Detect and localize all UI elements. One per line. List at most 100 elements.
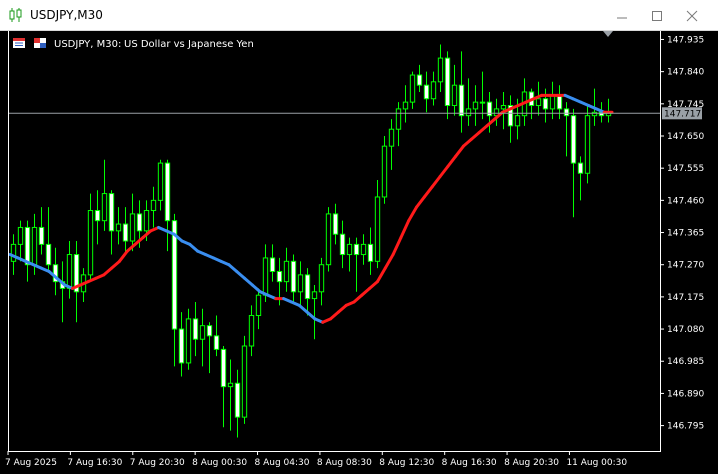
candle[interactable] <box>423 71 430 113</box>
moving-average-segment <box>352 293 364 304</box>
candle-body <box>234 382 241 418</box>
candle[interactable] <box>115 207 122 245</box>
candle[interactable] <box>563 102 570 157</box>
candle[interactable] <box>570 108 577 218</box>
minimize-button[interactable] <box>608 5 636 27</box>
candle-body <box>304 274 311 300</box>
candle-body <box>199 325 206 340</box>
candle[interactable] <box>381 136 388 204</box>
candle[interactable] <box>318 257 325 306</box>
candle[interactable] <box>290 254 297 302</box>
candle[interactable] <box>52 247 59 296</box>
candle[interactable] <box>325 207 332 272</box>
candle[interactable] <box>66 241 73 299</box>
candle[interactable] <box>45 207 52 272</box>
candle-body <box>255 294 262 317</box>
moving-average-segment <box>477 124 489 135</box>
candle[interactable] <box>402 85 409 123</box>
candle[interactable] <box>220 346 227 428</box>
candle[interactable] <box>479 71 486 120</box>
candle[interactable] <box>38 207 45 255</box>
candle-body <box>563 108 570 117</box>
candle[interactable] <box>409 71 416 109</box>
one-click-trading-icon[interactable] <box>34 38 46 48</box>
candle-body <box>136 213 143 232</box>
close-button[interactable] <box>678 5 706 27</box>
candle-body <box>157 162 164 201</box>
candle[interactable] <box>73 241 80 323</box>
candle[interactable] <box>59 261 66 323</box>
candle[interactable] <box>248 305 255 357</box>
candle[interactable] <box>360 234 367 265</box>
candle[interactable] <box>269 244 276 282</box>
candle[interactable] <box>507 95 514 143</box>
candle[interactable] <box>157 159 164 211</box>
candle[interactable] <box>206 322 213 374</box>
candle[interactable] <box>437 44 444 92</box>
candle[interactable] <box>150 186 157 228</box>
candle[interactable] <box>374 180 381 269</box>
candle[interactable] <box>584 105 591 184</box>
chart-window-list-icon[interactable] <box>13 38 25 48</box>
candle[interactable] <box>332 203 339 245</box>
candle[interactable] <box>94 190 101 245</box>
candle-body <box>577 162 584 174</box>
candle[interactable] <box>339 220 346 269</box>
candle[interactable] <box>185 308 192 370</box>
candle[interactable] <box>304 268 311 316</box>
candle[interactable] <box>444 51 451 120</box>
time-axis[interactable]: 7 Aug 2025 7 Aug 16:30 7 Aug 20:30 8 Aug 00… <box>5 451 627 468</box>
candle-body <box>318 264 325 293</box>
candle-body <box>374 196 381 262</box>
candle[interactable] <box>227 359 234 431</box>
candle[interactable] <box>283 247 290 292</box>
chart-shift-marker[interactable] <box>603 31 613 37</box>
candle[interactable] <box>465 78 472 126</box>
time-tick-label: 8 Aug 08:30 <box>317 458 372 468</box>
candle[interactable] <box>493 98 500 126</box>
candle[interactable] <box>556 85 563 120</box>
candle[interactable] <box>367 227 374 275</box>
candle[interactable] <box>241 335 248 424</box>
candle[interactable] <box>353 237 360 292</box>
candle-body <box>591 111 598 117</box>
candle[interactable] <box>164 159 171 252</box>
candle-body <box>262 257 269 296</box>
candle[interactable] <box>605 98 612 123</box>
candle[interactable] <box>311 285 318 340</box>
candle[interactable] <box>577 156 584 201</box>
candle[interactable] <box>17 220 24 262</box>
candle[interactable] <box>297 261 304 306</box>
candle[interactable] <box>346 237 353 272</box>
price-chart[interactable]: USDJPY, M30: US Dollar vs Japanese Yen 1… <box>0 31 718 474</box>
candle[interactable] <box>213 315 220 357</box>
candle[interactable] <box>395 102 402 147</box>
chart-area[interactable]: USDJPY, M30: US Dollar vs Japanese Yen 1… <box>0 31 718 474</box>
candle[interactable] <box>87 193 94 282</box>
candle[interactable] <box>101 159 108 231</box>
candle-body <box>500 105 507 110</box>
candle[interactable] <box>129 193 136 252</box>
candle[interactable] <box>234 369 241 438</box>
candle[interactable] <box>255 288 262 330</box>
candle[interactable] <box>528 88 535 120</box>
candle-body <box>66 254 73 289</box>
moving-average-segment <box>375 266 387 284</box>
price-axis[interactable]: 147.935147.840147.745147.650147.555147.4… <box>660 35 704 432</box>
candle[interactable] <box>108 190 115 255</box>
candle[interactable] <box>178 312 185 377</box>
maximize-button[interactable] <box>643 5 671 27</box>
candle[interactable] <box>388 119 395 170</box>
candle[interactable] <box>199 308 206 367</box>
candle-body <box>248 315 255 347</box>
candle[interactable] <box>192 301 199 357</box>
candle[interactable] <box>458 51 465 133</box>
candle[interactable] <box>451 64 458 116</box>
candle[interactable] <box>542 88 549 123</box>
price-tick-label: 147.080 <box>667 325 704 335</box>
candle[interactable] <box>472 85 479 126</box>
candle[interactable] <box>24 220 31 282</box>
candle[interactable] <box>430 71 437 106</box>
candle[interactable] <box>122 207 129 255</box>
candle[interactable] <box>416 64 423 92</box>
